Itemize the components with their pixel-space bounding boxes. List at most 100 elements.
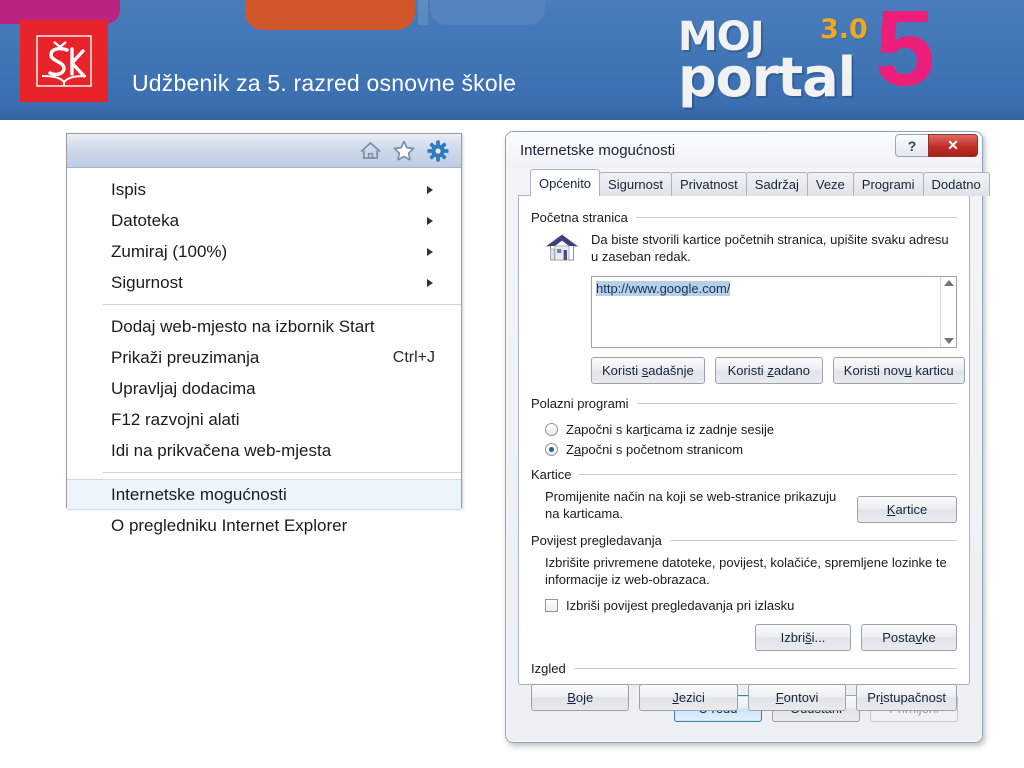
house-icon [545,231,591,268]
moj-portal-logo: MOJ 3.0 portal 5 [678,0,948,112]
menu-item-file[interactable]: Datoteka [67,205,461,236]
appearance-buttons: Boje Jezici Fontovi Pristupačnost [531,684,957,711]
submenu-arrow-icon [427,185,433,194]
group-rule [635,217,957,218]
submenu-arrow-icon [427,247,433,256]
menu-item-go-to-pinned-sites[interactable]: Idi na prikvačena web-mjesta [67,435,461,466]
group-label: Početna stranica [531,210,628,225]
ie-tools-menu: Ispis Datoteka Zumiraj (100%) Sigurnost … [66,133,462,535]
menu-item-label: F12 razvojni alati [111,409,240,429]
page-banner: Udžbenik za 5. razred osnovne škole MOJ … [0,0,1024,120]
brand-line-portal: portal [678,46,856,109]
home-page-description-row: Da biste stvorili kartice početnih stran… [545,231,957,268]
group-header: Početna stranica [531,210,957,225]
tab-privatnost[interactable]: Privatnost [670,172,747,196]
menu-item-internet-options[interactable]: Internetske mogućnosti [67,479,461,510]
window-controls: ? ✕ [895,134,978,157]
banner-decoration-blue [430,0,545,25]
menu-separator [103,304,461,305]
menu-item-add-site-to-start[interactable]: Dodaj web-mjesto na izbornik Start [67,311,461,342]
menu-item-about-internet-explorer[interactable]: O pregledniku Internet Explorer [67,510,461,541]
tabs-description: Promijenite način na koji se web-stranic… [545,489,837,521]
scroll-down-icon[interactable] [943,338,954,344]
banner-title: Udžbenik za 5. razred osnovne škole [132,70,517,96]
tab-panel-opcenito: Početna stranica Da biste stvorili karti… [518,195,970,711]
group-rule [669,540,957,541]
history-description: Izbrišite privremene datoteke, povijest,… [545,555,947,587]
home-page-url-value: http://www.google.com/ [596,281,731,296]
menu-item-label: Idi na prikvačena web-mjesta [111,440,332,460]
tab-veze[interactable]: Veze [806,172,854,196]
group-label: Povijest pregledavanja [531,533,662,548]
settings-gear-icon[interactable] [427,139,449,162]
group-header: Povijest pregledavanja [531,533,957,548]
menu-item-f12-dev-tools[interactable]: F12 razvojni alati [67,404,461,435]
group-body: Da biste stvorili kartice početnih stran… [531,225,965,384]
group-home-page: Početna stranica Da biste stvorili karti… [531,210,965,384]
ie-command-bar [67,134,461,168]
accessibility-button[interactable]: Pristupačnost [856,684,957,711]
settings-button[interactable]: Postavke [861,624,957,651]
tab-opcenito[interactable]: Općenito [530,169,601,196]
group-header: Kartice [531,467,957,482]
menu-item-label: Upravljaj dodacima [111,378,256,398]
group-label: Polazni programi [531,396,629,411]
menu-item-label: Prikaži preuzimanja [111,347,260,367]
radio-indicator [545,443,558,456]
group-rule [579,474,957,475]
startup-option-last-session[interactable]: Započni s karticama iz zadnje sesije [545,422,957,437]
tab-dodatno[interactable]: Dodatno [922,172,990,196]
submenu-arrow-icon [427,216,433,225]
menu-item-label: Sigurnost [111,272,183,292]
home-icon[interactable] [360,141,381,160]
use-new-tab-button[interactable]: Koristi novu karticu [832,357,965,384]
colors-button[interactable]: Boje [531,684,630,711]
tab-sadrzaj[interactable]: Sadržaj [745,172,808,196]
home-page-buttons: Koristi sadašnje Koristi zadano Koristi … [591,357,965,384]
home-page-description: Da biste stvorili kartice početnih stran… [591,232,949,264]
menu-item-manage-addons[interactable]: Upravljaj dodacima [67,373,461,404]
menu-item-label: Ispis [111,179,146,199]
group-header: Polazni programi [531,396,957,411]
group-startup: Polazni programi Započni s karticama iz … [531,396,957,457]
group-browsing-history: Povijest pregledavanja Izbrišite privrem… [531,533,957,651]
screenshot-root: Udžbenik za 5. razred osnovne škole MOJ … [0,0,1024,768]
tabs-button[interactable]: Kartice [857,496,957,523]
tab-programi[interactable]: Programi [852,172,924,196]
favorites-star-icon[interactable] [393,140,415,161]
fonts-button[interactable]: Fontovi [747,684,847,711]
submenu-arrow-icon [427,278,433,287]
languages-button[interactable]: Jezici [639,684,738,711]
group-body: Započni s karticama iz zadnje sesije Zap… [531,411,957,457]
menu-item-safety[interactable]: Sigurnost [67,267,461,298]
delete-on-exit-checkbox-row[interactable]: Izbriši povijest pregledavanja pri izlas… [545,597,957,614]
history-buttons: Izbriši... Postavke [545,624,957,651]
menu-item-label: Dodaj web-mjesto na izbornik Start [111,316,375,336]
textarea-scrollbar[interactable] [940,277,956,347]
sk-publisher-logo [20,20,108,102]
menu-item-zoom[interactable]: Zumiraj (100%) [67,236,461,267]
close-button[interactable]: ✕ [928,134,978,157]
home-page-url-textarea[interactable]: http://www.google.com/ [591,276,957,348]
internet-options-dialog: Internetske mogućnosti ? ✕ Općenito Sigu… [505,131,990,743]
startup-option-home-page[interactable]: Započni s početnom stranicom [545,442,957,457]
ie-menu-items: Ispis Datoteka Zumiraj (100%) Sigurnost … [67,168,461,545]
delete-button[interactable]: Izbriši... [755,624,851,651]
menu-separator [103,472,461,473]
menu-item-label: Zumiraj (100%) [111,241,228,261]
radio-indicator [545,423,558,436]
use-current-button[interactable]: Koristi sadašnje [591,357,705,384]
dialog-title: Internetske mogućnosti [520,141,676,159]
checkbox-label: Izbriši povijest pregledavanja pri izlas… [566,598,795,613]
group-body: Izbrišite privremene datoteke, povijest,… [531,548,957,651]
menu-item-print[interactable]: Ispis [67,174,461,205]
menu-item-label: Datoteka [111,210,180,230]
menu-item-label: O pregledniku Internet Explorer [111,515,348,535]
menu-item-view-downloads[interactable]: Prikaži preuzimanja Ctrl+J [67,342,461,373]
banner-decoration-blue-strip [418,0,428,25]
use-default-button[interactable]: Koristi zadano [714,357,823,384]
scroll-up-icon[interactable] [943,280,954,286]
group-appearance: Izgled Boje Jezici Fontovi Pristupačnost [531,661,957,711]
tab-sigurnost[interactable]: Sigurnost [599,172,672,196]
help-button[interactable]: ? [895,134,929,157]
